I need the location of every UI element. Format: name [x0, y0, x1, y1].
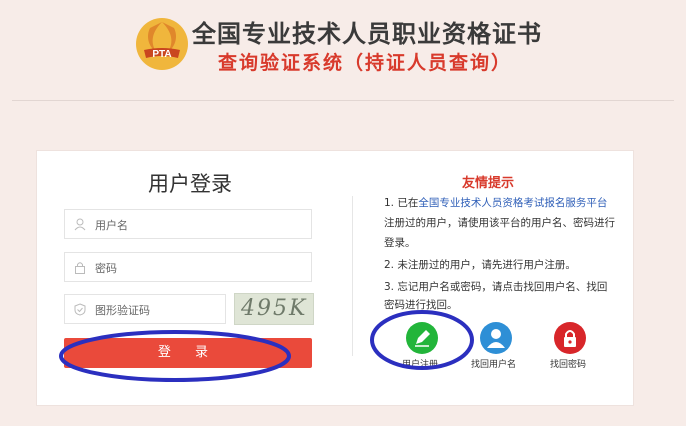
user-outline-icon — [74, 218, 86, 231]
vertical-divider — [352, 196, 353, 356]
username-placeholder: 用户名 — [95, 219, 128, 232]
tip-line-1b: 注册过的用户，请使用该平台的用户名、密码进行 — [384, 217, 615, 229]
captcha-field[interactable]: 图形验证码 — [64, 294, 226, 324]
tip-line-1c: 登录。 — [384, 237, 416, 249]
tip-line-3b: 密码进行找回。 — [384, 299, 458, 311]
lock-outline-icon — [75, 262, 85, 274]
captcha-text: 495K — [241, 296, 308, 321]
find-password-button[interactable] — [554, 322, 586, 354]
login-title: 用户登录 — [148, 172, 232, 196]
register-label[interactable]: 用户注册 — [402, 357, 438, 370]
captcha-image[interactable]: 495K — [234, 293, 314, 325]
user-icon — [487, 329, 505, 348]
page-title: 全国专业技术人员职业资格证书 — [192, 20, 542, 48]
password-placeholder: 密码 — [95, 262, 117, 275]
pencil-icon — [415, 330, 430, 347]
captcha-placeholder: 图形验证码 — [95, 304, 150, 317]
tip-1-prefix: 1. 已在 — [384, 197, 419, 209]
tip-line-2: 2. 未注册过的用户，请先进行用户注册。 — [384, 259, 576, 271]
find-username-button[interactable] — [480, 322, 512, 354]
logo-text: PTA — [152, 49, 171, 60]
service-platform-link[interactable]: 全国专业技术人员资格考试报名服务平台 — [418, 197, 607, 209]
find-password-label[interactable]: 找回密码 — [550, 357, 586, 370]
header: PTA 全国专业技术人员职业资格证书 查询验证系统（持证人员查询） — [0, 0, 686, 100]
pta-logo: PTA — [136, 18, 188, 70]
tips-title: 友情提示 — [462, 176, 515, 191]
password-field[interactable]: 密码 — [64, 252, 312, 282]
page-subtitle: 查询验证系统（持证人员查询） — [218, 52, 513, 74]
username-field[interactable]: 用户名 — [64, 209, 312, 239]
header-divider — [12, 100, 674, 101]
lock-icon — [564, 330, 576, 347]
tip-line-1: 1. 已在全国专业技术人员资格考试报名服务平台 — [384, 193, 607, 213]
find-username-label[interactable]: 找回用户名 — [471, 357, 516, 370]
shield-icon — [74, 303, 86, 316]
tip-line-3: 3. 忘记用户名或密码，请点击找回用户名、找回 — [384, 281, 608, 293]
login-button[interactable]: 登 录 — [64, 338, 312, 368]
register-button[interactable] — [406, 322, 438, 354]
